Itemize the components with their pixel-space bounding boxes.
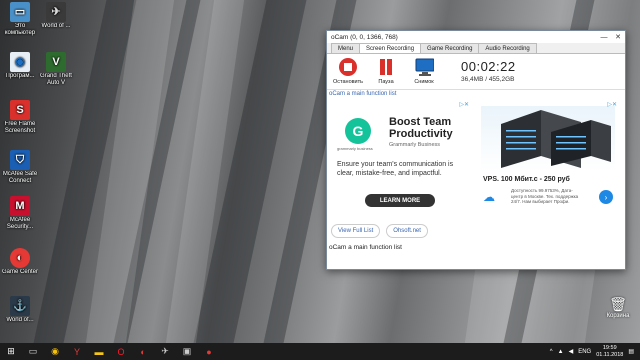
app-taskbar-icon[interactable]: ▣ xyxy=(176,343,198,360)
desktop-icon-recycle-bin[interactable]: 🗑 Корзина xyxy=(600,296,636,319)
language-indicator[interactable]: ENG xyxy=(578,349,591,355)
stop-label: Остановить xyxy=(332,79,364,85)
windows-start-icon[interactable]: ⊞ xyxy=(0,343,22,360)
minimize-icon[interactable]: — xyxy=(597,31,611,43)
stop-icon xyxy=(338,57,358,77)
pause-label: Пауза xyxy=(378,79,394,85)
file-size: 36,4MB / 455,2GB xyxy=(461,76,515,83)
tab-screen-recording[interactable]: Screen Recording xyxy=(359,43,422,53)
desktop-icon-world-of[interactable]: ✈ World of ... xyxy=(38,2,74,30)
desktop-icon-screenshot[interactable]: S Free Flame Screenshot xyxy=(2,100,38,135)
opera-icon[interactable]: O xyxy=(110,343,132,360)
task-view-icon[interactable]: ▭ xyxy=(22,343,44,360)
computer-icon: ▭ xyxy=(10,2,30,22)
vps-description: Доступность 99.9753%, Дата-центр в Москв… xyxy=(511,188,579,204)
pause-icon xyxy=(376,57,396,77)
close-icon[interactable]: ✕ xyxy=(611,31,625,43)
system-tray: ^ ▲ ◀ ENG 19:59 01.11.2018 ▤ xyxy=(550,345,640,359)
ocam-taskbar-icon[interactable]: ● xyxy=(198,343,220,360)
taskbar: ⊞ ▭ ◉ Y ▬ O ◐ ✈ ▣ ● ^ ▲ ◀ ENG 19:59 01.1… xyxy=(0,343,640,360)
desktop-icon-world-of-2[interactable]: ⚓ World of... xyxy=(2,296,38,324)
elapsed-time: 00:02:22 xyxy=(461,59,516,74)
yandex-icon[interactable]: Y xyxy=(66,343,88,360)
snapshot-button[interactable]: Снимок xyxy=(407,57,441,85)
notifications-icon[interactable]: ▤ xyxy=(628,348,634,355)
warships-icon: ⚓ xyxy=(10,296,30,316)
vps-ad[interactable]: ▷✕ VPS. 100 Мбит.с - 250 руб ☁ Доступнос… xyxy=(477,100,619,220)
ad-body: Ensure your team's communication is clea… xyxy=(337,161,454,177)
shield-icon: ⛉ xyxy=(10,150,30,170)
chevron-right-icon[interactable]: › xyxy=(599,190,613,204)
volume-icon[interactable]: ◀ xyxy=(569,348,574,355)
recording-status: 00:02:22 36,4MB / 455,2GB xyxy=(461,59,516,83)
screenshot-icon: S xyxy=(10,100,30,120)
ad-area: ▷✕ G grammarly business Boost Team Produ… xyxy=(327,98,625,222)
tray-chevron-icon[interactable]: ^ xyxy=(550,349,553,355)
desktop-icon-programs[interactable]: ◉ Програм... xyxy=(2,52,38,80)
learn-more-button[interactable]: LEARN MORE xyxy=(365,194,435,207)
function-list-link-top[interactable]: oCam a main function list xyxy=(327,90,625,98)
function-list-link-bottom[interactable]: oCam a main function list xyxy=(327,240,625,251)
desktop-icon-computer[interactable]: ▭ Это компьютер xyxy=(2,2,38,37)
tab-audio-recording[interactable]: Audio Recording xyxy=(478,43,537,53)
tab-game-recording[interactable]: Game Recording xyxy=(420,43,480,53)
grammarly-ad[interactable]: ▷✕ G grammarly business Boost Team Produ… xyxy=(329,100,471,212)
pause-button[interactable]: Пауза xyxy=(369,57,403,85)
link-buttons: View Full List Ohsoft.net xyxy=(327,222,625,240)
desktop-icon-mcafee-security[interactable]: M McAfee Security... xyxy=(2,196,38,231)
stop-button[interactable]: Остановить xyxy=(331,57,365,85)
folder-icon[interactable]: ▬ xyxy=(88,343,110,360)
gta-icon: V xyxy=(46,52,66,72)
disc-icon: ◉ xyxy=(10,52,30,72)
world-of-taskbar-icon[interactable]: ✈ xyxy=(154,343,176,360)
desktop-icon-gta[interactable]: V Grand Theft Auto V xyxy=(38,52,74,87)
view-full-list-button[interactable]: View Full List xyxy=(331,224,381,238)
grammarly-logo-icon: G xyxy=(345,118,371,144)
ocam-window[interactable]: oCam (0, 0, 1366, 768) — ✕ Menu Screen R… xyxy=(326,30,626,270)
game-center-taskbar-icon[interactable]: ◐ xyxy=(132,343,154,360)
cloud-icon: ☁ xyxy=(483,190,495,204)
ad-headline: Boost Team Productivity xyxy=(389,116,453,140)
snapshot-label: Снимок xyxy=(414,79,434,85)
ohsoft-link-button[interactable]: Ohsoft.net xyxy=(386,224,428,238)
clock[interactable]: 19:59 01.11.2018 xyxy=(596,345,623,359)
clock-date: 01.11.2018 xyxy=(596,351,624,358)
tab-menu[interactable]: Menu xyxy=(331,43,361,53)
adchoices-icon-2[interactable]: ▷✕ xyxy=(607,101,617,108)
recycle-bin-icon: 🗑 xyxy=(609,296,627,312)
recording-toolbar: Остановить Пауза Снимок 00:02:22 36,4MB … xyxy=(327,54,625,90)
desktop-icon-game-center[interactable]: ◐ Game Center xyxy=(2,248,38,276)
clock-time: 19:59 xyxy=(602,344,617,351)
mcafee-icon: M xyxy=(10,196,30,216)
grammarly-logo-caption: grammarly business xyxy=(337,146,373,151)
desktop-icon-mcafee-connect[interactable]: ⛉ McAfee Safe Connect xyxy=(2,150,38,185)
wings-icon: ✈ xyxy=(46,2,66,22)
chrome-icon[interactable]: ◉ xyxy=(44,343,66,360)
vps-price: VPS. 100 Мбит.с - 250 руб xyxy=(483,176,570,183)
adchoices-icon[interactable]: ▷✕ xyxy=(459,101,469,108)
game-center-icon: ◐ xyxy=(10,248,30,268)
network-icon[interactable]: ▲ xyxy=(558,349,564,355)
window-title: oCam (0, 0, 1366, 768) xyxy=(331,33,398,41)
tab-bar: Menu Screen Recording Game Recording Aud… xyxy=(327,43,625,54)
monitor-icon xyxy=(414,57,434,77)
ad-subhead: Grammarly Business xyxy=(389,142,441,148)
server-rack-image xyxy=(481,106,615,172)
window-titlebar[interactable]: oCam (0, 0, 1366, 768) — ✕ xyxy=(327,31,625,43)
